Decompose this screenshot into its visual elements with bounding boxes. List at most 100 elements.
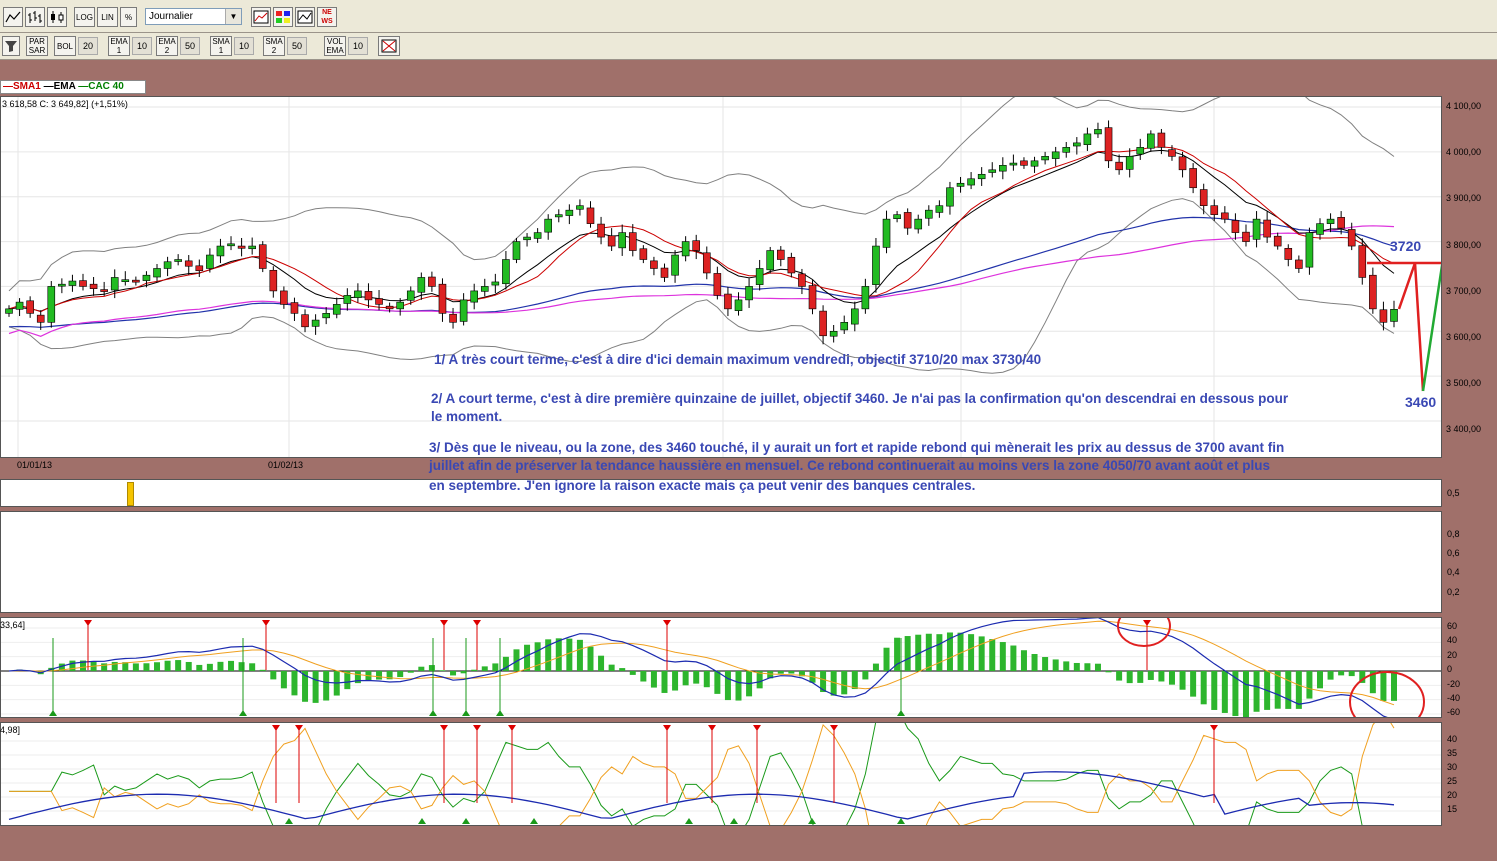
macd-histogram-bar — [1010, 645, 1017, 671]
target-label-3720: 3720 — [1390, 238, 1422, 254]
macd-histogram-bar — [1338, 671, 1345, 676]
volema-value[interactable]: 10 — [348, 37, 368, 55]
log-button[interactable]: LOG — [74, 7, 95, 27]
chart-window-icon[interactable] — [251, 7, 271, 27]
macd-histogram-bar — [1105, 671, 1112, 673]
macd-histogram-bar — [1031, 653, 1038, 671]
volema-button[interactable]: VOL EMA — [324, 36, 346, 56]
macd-histogram-bar — [418, 666, 425, 671]
macd-axis-tick: -60 — [1447, 707, 1461, 718]
candle-body — [417, 277, 426, 293]
draw-tool-icon[interactable] — [378, 36, 400, 56]
macd-histogram-bar — [788, 671, 795, 674]
candle-body — [227, 243, 235, 247]
buy-arrow-icon — [897, 710, 905, 716]
macd-histogram-bar — [1348, 671, 1355, 677]
sell-arrow-icon — [753, 725, 761, 731]
candle-body — [385, 305, 394, 310]
sell-arrow-icon — [440, 725, 448, 731]
candle-body — [1125, 156, 1134, 170]
macd-histogram-bar — [978, 636, 985, 671]
panel3-axis-tick: 0,8 — [1447, 529, 1460, 539]
macd-histogram-bar — [587, 646, 594, 671]
candle-body — [1030, 160, 1039, 167]
candle-body — [1305, 232, 1314, 268]
sma2-value[interactable]: 50 — [287, 37, 307, 55]
candle-body — [1347, 229, 1356, 247]
candle-body — [533, 232, 542, 239]
news-icon[interactable]: NE WS — [317, 7, 337, 27]
candle-body — [68, 280, 77, 286]
candle-body — [819, 310, 827, 337]
percent-button[interactable]: % — [120, 7, 137, 27]
candle-body — [502, 259, 510, 285]
volume-bar — [127, 482, 134, 506]
candle-body — [840, 322, 849, 331]
macd-histogram-bar — [1253, 671, 1260, 712]
ema2-button[interactable]: EMA 2 — [156, 36, 178, 56]
macd-histogram-bar — [206, 663, 213, 671]
lin-button[interactable]: LIN — [97, 7, 118, 27]
sell-arrow-icon — [663, 725, 671, 731]
macd-histogram-bar — [1211, 671, 1218, 710]
candle-body — [100, 289, 108, 292]
candle-body — [301, 314, 309, 328]
palette-icon[interactable] — [273, 7, 293, 27]
macd-histogram-bar — [989, 639, 996, 671]
macd-signal-line — [8, 620, 1395, 706]
sell-arrow-icon — [1210, 725, 1218, 731]
macd-histogram-bar — [640, 671, 647, 682]
sma2-button[interactable]: SMA 2 — [263, 36, 285, 56]
macd-histogram-bar — [249, 663, 256, 671]
macd-histogram-bar — [862, 671, 869, 680]
candle-body — [343, 295, 352, 304]
candle-body — [681, 241, 690, 257]
ema1-button[interactable]: EMA 1 — [108, 36, 130, 56]
macd-histogram-bar — [217, 661, 224, 671]
candle-body — [280, 290, 288, 305]
macd-panel[interactable] — [0, 617, 1442, 718]
buy-arrow-icon — [462, 818, 470, 824]
candle-body — [745, 286, 753, 301]
line-chart-icon[interactable] — [3, 7, 23, 27]
sma1-button[interactable]: SMA 1 — [210, 36, 232, 56]
candle-body — [861, 286, 870, 310]
filter-icon[interactable] — [2, 36, 20, 56]
candle-body — [47, 286, 56, 323]
sma1-value[interactable]: 10 — [234, 37, 254, 55]
macd-histogram-bar — [714, 671, 721, 694]
palette-icon-svg — [276, 11, 290, 23]
candle-body — [110, 277, 119, 291]
compare-chart-icon[interactable] — [295, 7, 315, 27]
candle-body — [1242, 231, 1250, 242]
bar-chart-icon[interactable] — [25, 7, 45, 27]
ema2-value[interactable]: 50 — [180, 37, 200, 55]
stochastic-panel[interactable] — [0, 722, 1442, 826]
candle-body — [977, 173, 986, 180]
macd-histogram-bar — [682, 671, 689, 686]
candle-body — [988, 169, 997, 173]
candle-body — [396, 301, 404, 310]
macd-histogram-bar — [1063, 661, 1070, 671]
macd-histogram-bar — [323, 671, 330, 701]
period-select[interactable]: Journalier ▼ — [145, 8, 242, 25]
macd-histogram-bar — [872, 663, 879, 671]
bol-value[interactable]: 20 — [78, 37, 98, 55]
empty-indicator-panel[interactable] — [0, 511, 1442, 613]
candle-body — [808, 285, 817, 310]
macd-histogram-bar — [1084, 663, 1091, 671]
buy-arrow-icon — [239, 710, 247, 716]
ema1-value[interactable]: 10 — [132, 37, 152, 55]
candle-body — [1020, 160, 1028, 166]
parsar-button[interactable]: PAR SAR — [26, 36, 48, 56]
macd-histogram-bar — [1052, 659, 1059, 671]
legend-sma1: SMA1 — [13, 81, 41, 92]
bol-button[interactable]: BOL — [54, 36, 76, 56]
buy-arrow-icon — [808, 818, 816, 824]
candle-body — [893, 214, 901, 219]
axis-tick: 0,5 — [1447, 488, 1460, 498]
candle-body — [364, 291, 373, 301]
candle-body — [470, 290, 478, 303]
candlestick-icon[interactable] — [47, 7, 67, 27]
macd-histogram-bar — [1020, 650, 1027, 671]
